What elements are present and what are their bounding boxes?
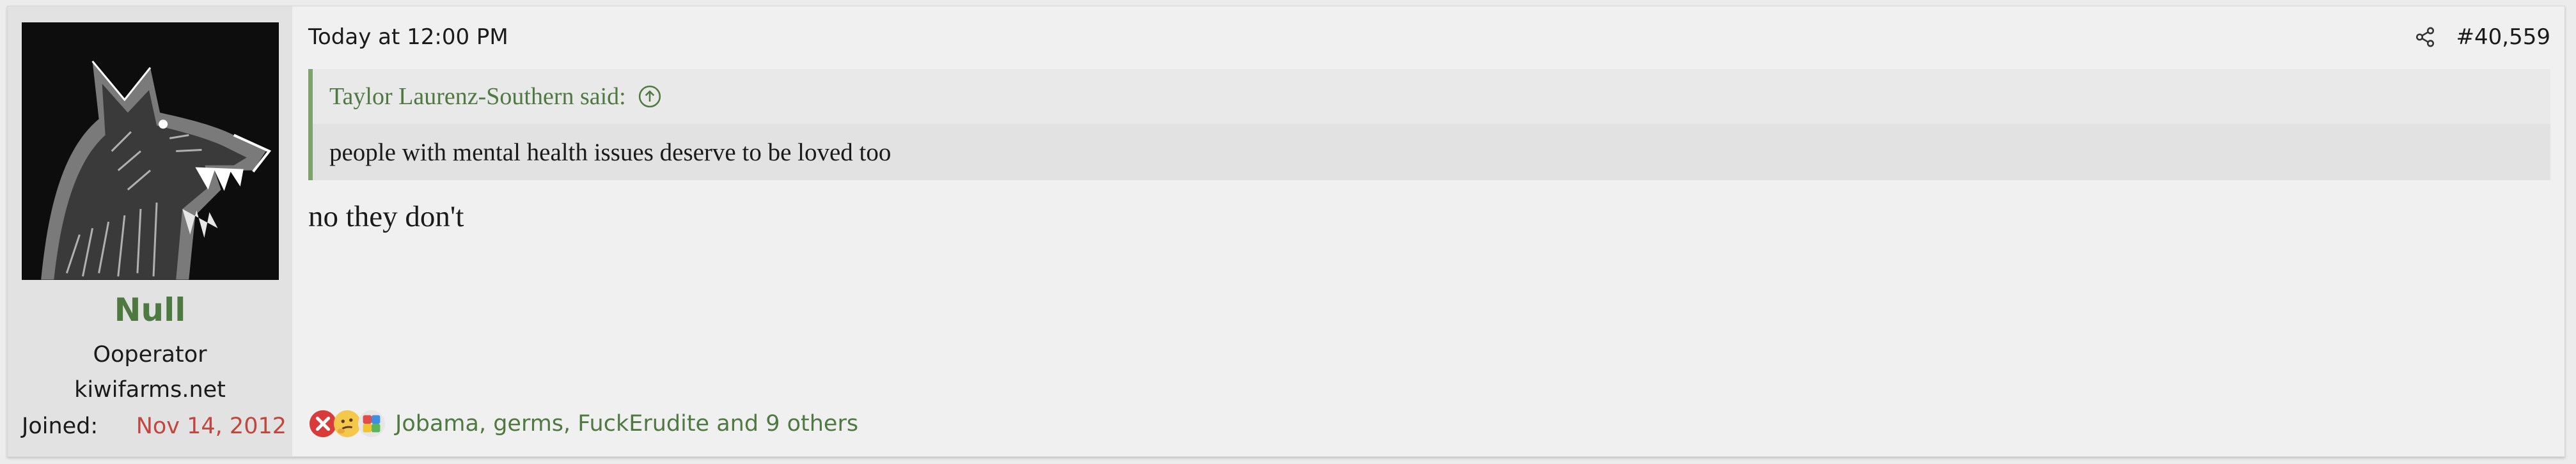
- post-container: Null Ooperator kiwifarms.net Joined: Nov…: [7, 6, 2565, 457]
- reaction-icons: [308, 409, 386, 438]
- quote-author[interactable]: Taylor Laurenz-Southern said:: [329, 82, 626, 111]
- user-banner: kiwifarms.net: [74, 377, 226, 403]
- quote-text: people with mental health issues deserve…: [313, 124, 2550, 180]
- post-number[interactable]: #40,559: [2456, 24, 2550, 50]
- reaction-summary[interactable]: Jobama, germs, FuckErudite and 9 others: [395, 411, 858, 437]
- message-main: Today at 12:00 PM #40,559 Taylor Laurenz…: [292, 6, 2564, 456]
- reactions-bar[interactable]: Jobama, germs, FuckErudite and 9 others: [308, 409, 858, 438]
- quote-header: Taylor Laurenz-Southern said:: [313, 69, 2550, 124]
- wolf-avatar-icon: [22, 22, 279, 280]
- username[interactable]: Null: [8, 294, 292, 326]
- user-sidebar: Null Ooperator kiwifarms.net Joined: Nov…: [8, 6, 292, 456]
- quote-block: Taylor Laurenz-Southern said: people wit…: [308, 69, 2550, 180]
- message-text: no they don't: [308, 200, 464, 233]
- avatar[interactable]: [22, 22, 279, 280]
- arrow-up-circle-icon[interactable]: [638, 84, 662, 109]
- reaction-autism-icon: [357, 409, 386, 438]
- joined-label: Joined:: [22, 414, 98, 439]
- post-actions: #40,559: [2414, 24, 2550, 50]
- share-icon[interactable]: [2414, 26, 2436, 48]
- joined-date: Nov 14, 2012: [136, 414, 287, 439]
- joined-row: Joined: Nov 14, 2012: [22, 414, 287, 439]
- user-title: Ooperator: [93, 342, 207, 367]
- post-date[interactable]: Today at 12:00 PM: [308, 24, 508, 50]
